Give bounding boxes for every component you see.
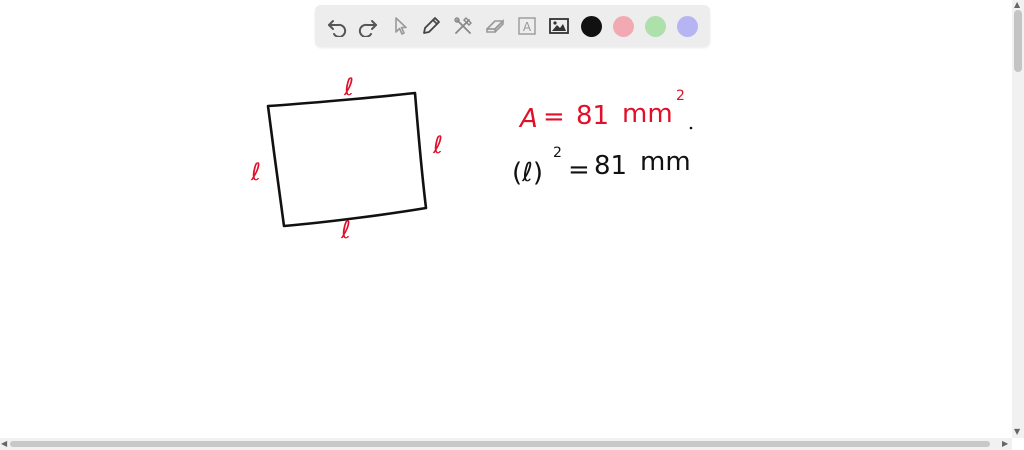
- side-label-top: ℓ: [343, 73, 354, 101]
- area-unit: mm: [622, 99, 673, 129]
- side-unit: mm: [640, 147, 691, 177]
- horizontal-scroll-thumb[interactable]: [10, 441, 990, 447]
- side-label-left: ℓ: [250, 158, 261, 186]
- pen-icon[interactable]: [416, 11, 446, 41]
- scroll-right-icon[interactable]: ▶: [1002, 440, 1008, 448]
- side-expression: (ℓ): [512, 158, 543, 188]
- drawn-rectangle: [266, 91, 428, 228]
- color-swatch-pink[interactable]: [613, 16, 634, 37]
- pen-dot: [689, 126, 693, 130]
- side-equals: =: [568, 155, 590, 185]
- scroll-left-icon[interactable]: ◀: [1, 440, 7, 448]
- image-icon[interactable]: [544, 11, 574, 41]
- area-value: 81: [576, 101, 609, 131]
- eraser-icon[interactable]: [480, 11, 510, 41]
- area-exponent: 2: [676, 88, 685, 104]
- vertical-scroll-thumb[interactable]: [1014, 10, 1022, 72]
- drawing-canvas[interactable]: ℓ ℓ ℓ ℓ A = 81 mm 2 (ℓ) 2 = 81 mm: [0, 48, 1012, 438]
- text-icon[interactable]: A: [512, 11, 542, 41]
- tools-icon[interactable]: [448, 11, 478, 41]
- color-swatch-black[interactable]: [581, 16, 602, 37]
- drawing-toolbar: A: [315, 5, 710, 47]
- scroll-down-icon[interactable]: ▼: [1014, 428, 1020, 436]
- text-tool-glyph: A: [523, 20, 532, 34]
- color-swatch-purple[interactable]: [677, 16, 698, 37]
- color-swatch-green[interactable]: [645, 16, 666, 37]
- redo-icon[interactable]: [353, 11, 383, 41]
- side-label-bottom: ℓ: [340, 216, 351, 244]
- side-equation: (ℓ) 2 = 81 mm: [512, 126, 693, 188]
- area-symbol: A: [518, 104, 538, 134]
- vertical-scrollbar[interactable]: ▲ ▼: [1012, 0, 1024, 438]
- area-equation: A = 81 mm 2: [518, 88, 685, 134]
- pointer-icon[interactable]: [385, 11, 415, 41]
- side-label-right: ℓ: [432, 131, 443, 159]
- area-equals: =: [543, 102, 565, 132]
- undo-icon[interactable]: [322, 11, 352, 41]
- scroll-up-icon[interactable]: ▲: [1014, 1, 1020, 9]
- side-value: 81: [594, 151, 627, 181]
- horizontal-scrollbar[interactable]: ◀ ▶: [0, 438, 1012, 450]
- side-exponent: 2: [553, 145, 562, 161]
